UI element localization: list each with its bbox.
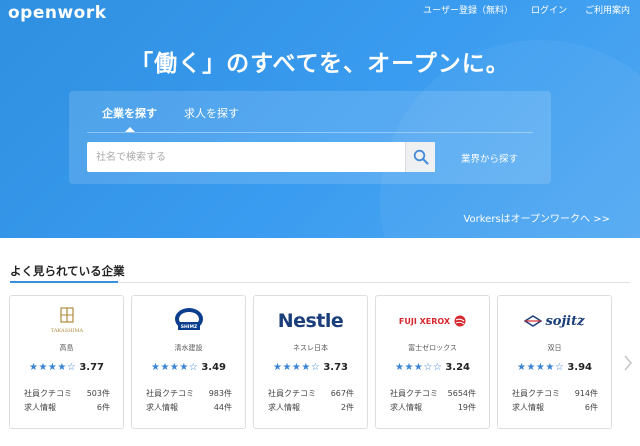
nav-register-link[interactable]: ユーザー登録（無料） — [423, 3, 513, 16]
search-panel: 企業を探す 求人を探す 業界から探す — [69, 91, 551, 184]
job-count-label: 求人情報 — [390, 403, 422, 412]
review-count-label: 社員クチコミ — [268, 389, 316, 398]
job-count-label: 求人情報 — [24, 403, 56, 412]
job-count-value: 2件 — [340, 403, 354, 412]
rating-stars-icon: ★★★★☆ — [28, 362, 77, 373]
section-title-underline — [10, 281, 118, 283]
rating-value: 3.77 — [79, 362, 104, 373]
hero-headline: 「働く」のすべてを、オープンに。 — [130, 51, 510, 77]
review-count-value: 667件 — [330, 389, 354, 398]
rating-stars-icon: ★★★★☆ — [272, 362, 321, 373]
job-count-value: 6件 — [96, 403, 110, 412]
review-count-row: 社員クチコミ 667件 — [268, 388, 354, 399]
takashima-logo-icon: TAKASHIMA — [50, 307, 83, 334]
top-nav: ユーザー登録（無料） ログイン ご利用案内 — [423, 3, 630, 16]
company-card-sojitz[interactable]: sojitz 双日 ★★★★☆ 3.94 社員クチコミ 914件 求人情報 6件 — [497, 295, 612, 429]
company-rating: ★★★★☆ 3.73 — [254, 362, 367, 373]
job-count-value: 19件 — [457, 403, 476, 412]
job-count-label: 求人情報 — [268, 403, 300, 412]
review-count-row: 社員クチコミ 914件 — [512, 388, 598, 399]
job-count-row: 求人情報 6件 — [512, 402, 598, 413]
industry-search-link[interactable]: 業界から探す — [461, 151, 518, 165]
openwork-logo[interactable]: openwork — [8, 3, 107, 23]
company-rating: ★★★★☆ 3.49 — [132, 362, 245, 373]
tab-company-search[interactable]: 企業を探す — [102, 105, 157, 121]
job-count-label: 求人情報 — [512, 403, 544, 412]
company-name: 富士ゼロックス — [408, 344, 457, 352]
company-search-input[interactable] — [87, 142, 405, 172]
company-name: 清水建設 — [174, 344, 203, 352]
search-box — [87, 142, 435, 172]
company-name: 双日 — [547, 344, 562, 352]
review-count-value: 503件 — [86, 389, 110, 398]
company-card-fujixerox[interactable]: FUJI XEROX 富士ゼロックス ★★★☆☆ 3.24 社員クチコミ 565… — [375, 295, 490, 429]
carousel-next-button[interactable] — [624, 355, 633, 375]
rating-stars-icon: ★★★★☆ — [150, 362, 199, 373]
company-logo-shimizu: SHIMZ — [132, 306, 245, 336]
review-count-row: 社員クチコミ 5654件 — [390, 388, 476, 399]
review-count-label: 社員クチコミ — [24, 389, 72, 398]
xerox-ball-icon — [454, 315, 466, 327]
tab-divider — [87, 132, 533, 133]
hero-section: openwork ユーザー登録（無料） ログイン ご利用案内 「働く」のすべてを… — [0, 0, 640, 238]
company-logo-sojitz: sojitz — [498, 306, 611, 336]
job-count-row: 求人情報 6件 — [24, 402, 110, 413]
chevron-right-icon — [624, 355, 633, 371]
job-count-value: 6件 — [584, 403, 598, 412]
svg-text:SHIMZ: SHIMZ — [180, 324, 197, 330]
company-logo-nestle: Nestle — [254, 306, 367, 336]
company-rating: ★★★☆☆ 3.24 — [376, 362, 489, 373]
search-button[interactable] — [405, 142, 435, 172]
rating-value: 3.94 — [567, 362, 592, 373]
popular-companies-title: よく見られている企業 — [10, 264, 125, 278]
job-count-value: 44件 — [213, 403, 232, 412]
job-count-row: 求人情報 19件 — [390, 402, 476, 413]
job-count-row: 求人情報 2件 — [268, 402, 354, 413]
company-card-takashima[interactable]: TAKASHIMA 高島 ★★★★☆ 3.77 社員クチコミ 503件 求人情報… — [9, 295, 124, 429]
review-count-value: 983件 — [208, 389, 232, 398]
company-name: 高島 — [59, 344, 74, 352]
review-count-label: 社員クチコミ — [390, 389, 438, 398]
company-logo-takashima: TAKASHIMA — [10, 306, 123, 336]
active-tab-caret — [125, 127, 135, 132]
nav-guide-link[interactable]: ご利用案内 — [585, 3, 630, 16]
fujixerox-logo-text: FUJI XEROX — [398, 316, 451, 326]
job-count-label: 求人情報 — [146, 403, 178, 412]
nav-login-link[interactable]: ログイン — [531, 3, 567, 16]
tab-job-search[interactable]: 求人を探す — [184, 105, 239, 121]
review-count-row: 社員クチコミ 503件 — [24, 388, 110, 399]
shimz-logo-icon: SHIMZ — [174, 308, 203, 330]
company-rating: ★★★★☆ 3.77 — [10, 362, 123, 373]
nestle-logo-text: Nestle — [277, 310, 344, 332]
review-count-value: 914件 — [574, 389, 598, 398]
rating-stars-icon: ★★★☆☆ — [394, 362, 443, 373]
magnifier-icon — [413, 149, 428, 165]
rating-value: 3.49 — [201, 362, 226, 373]
rating-value: 3.24 — [445, 362, 470, 373]
rating-stars-icon: ★★★★☆ — [516, 362, 565, 373]
company-card-nestle[interactable]: Nestle ネスレ日本 ★★★★☆ 3.73 社員クチコミ 667件 求人情報… — [253, 295, 368, 429]
rating-value: 3.73 — [323, 362, 348, 373]
vorkers-openwork-link[interactable]: Vorkersはオープンワークへ >> — [463, 210, 610, 225]
review-count-label: 社員クチコミ — [146, 389, 194, 398]
sojitz-logo-text: sojitz — [545, 313, 585, 329]
company-card-shimizu[interactable]: SHIMZ 清水建設 ★★★★☆ 3.49 社員クチコミ 983件 求人情報 4… — [131, 295, 246, 429]
job-count-row: 求人情報 44件 — [146, 402, 232, 413]
review-count-label: 社員クチコミ — [512, 389, 560, 398]
review-count-value: 5654件 — [447, 389, 476, 398]
company-name: ネスレ日本 — [293, 344, 328, 352]
company-rating: ★★★★☆ 3.94 — [498, 362, 611, 373]
svg-text:TAKASHIMA: TAKASHIMA — [50, 328, 83, 334]
sojitz-mark-icon — [524, 315, 543, 327]
company-logo-fujixerox: FUJI XEROX — [376, 306, 489, 336]
review-count-row: 社員クチコミ 983件 — [146, 388, 232, 399]
